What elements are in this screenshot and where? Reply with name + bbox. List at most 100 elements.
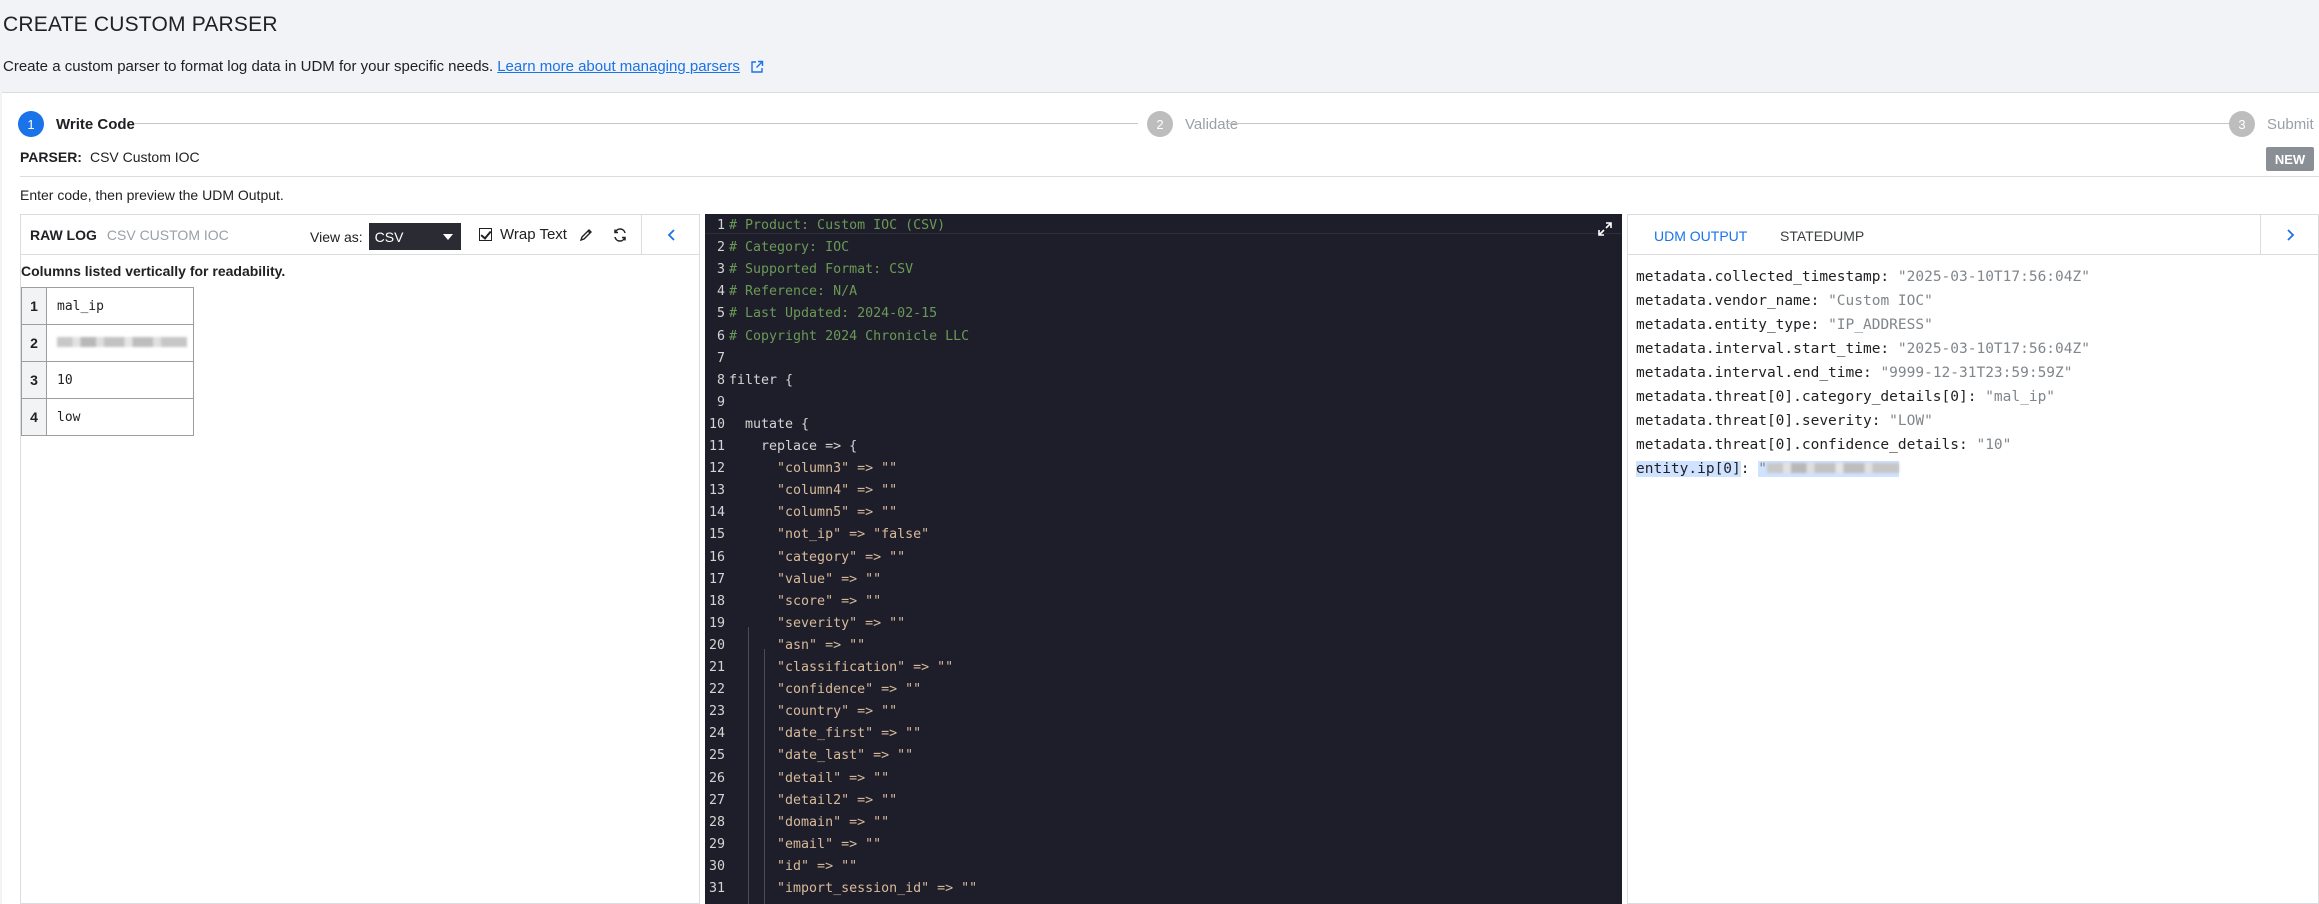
udm-field-key: metadata.threat[0].confidence_details: (1636, 437, 1968, 453)
udm-field-colon: : (1740, 461, 1750, 477)
tab-csv-custom-ioc[interactable]: CSV CUSTOM IOC (107, 227, 229, 243)
udm-field-value: "2025-03-10T17:56:04Z" (1897, 341, 2090, 357)
code-line[interactable]: 6 # Copyright 2024 Chronicle LLC (705, 326, 969, 348)
code-line[interactable]: 21 "classification" => "" (705, 657, 953, 679)
step-validate[interactable]: 2 Validate (1147, 111, 1238, 137)
code-line[interactable]: 25 "date_last" => "" (705, 745, 913, 767)
chevron-right-icon[interactable] (2284, 228, 2296, 245)
line-number: 20 (708, 637, 725, 653)
step-number: 1 (18, 111, 44, 137)
code-line[interactable]: 31 "import_session_id" => "" (705, 878, 977, 900)
code-text: "severity" => "" (729, 615, 906, 631)
code-editor[interactable]: 1 # Product: Custom IOC (CSV) 2 # Category:… (705, 214, 1622, 904)
line-number: 3 (716, 262, 725, 278)
code-text: "detail" => "" (729, 770, 890, 786)
code-line[interactable]: 28 "domain" => "" (705, 812, 889, 834)
code-line[interactable]: 27 "detail2" => "" (705, 790, 897, 812)
divider (20, 176, 2319, 177)
code-text: "value" => "" (729, 571, 882, 587)
redacted-ip (57, 336, 187, 347)
code-text: "id" => "" (729, 858, 858, 874)
line-number: 1 (716, 218, 725, 233)
edit-pencil-icon[interactable] (576, 225, 596, 245)
code-text: "score" => "" (729, 593, 882, 609)
view-as-value: CSV (374, 228, 404, 245)
code-line[interactable]: 26 "detail" => "" (705, 768, 889, 790)
code-line[interactable]: 17 "value" => "" (705, 569, 881, 591)
code-line[interactable]: 18 "score" => "" (705, 591, 881, 613)
code-line[interactable]: 12 "column3" => "" (705, 458, 897, 480)
line-number: 27 (708, 792, 725, 808)
code-line[interactable]: 30 "id" => "" (705, 856, 857, 878)
view-as-select[interactable]: CSV (368, 223, 461, 250)
code-line[interactable]: 32 "ip" => "" (705, 900, 857, 904)
code-line[interactable]: 14 "column5" => "" (705, 502, 897, 524)
wrap-text-toggle[interactable]: Wrap Text (479, 226, 567, 243)
chevron-left-icon[interactable] (662, 225, 682, 245)
udm-entity-ip-row: entity.ip[0]: " (1636, 457, 2090, 481)
udm-field-value: "2025-03-10T17:56:04Z" (1897, 269, 2090, 285)
code-line[interactable]: 29 "email" => "" (705, 834, 881, 856)
code-line[interactable]: 13 "column4" => "" (705, 480, 897, 502)
expand-icon[interactable] (1598, 222, 1612, 236)
code-line[interactable]: 3 # Supported Format: CSV (705, 259, 913, 281)
header-separator (2260, 215, 2261, 255)
code-line[interactable]: 4 # Reference: N/A (705, 281, 857, 303)
udm-field-key: metadata.entity_type: (1636, 317, 1820, 333)
udm-field-key: metadata.threat[0].category_details[0]: (1636, 389, 1977, 405)
code-line[interactable]: 10 mutate { (705, 414, 809, 436)
tab-raw-log[interactable]: RAW LOG (30, 227, 97, 243)
line-number: 32 (705, 900, 725, 904)
udm-field-row: metadata.threat[0].severity: "LOW" (1636, 409, 2090, 433)
line-number: 16 (708, 549, 725, 565)
code-line[interactable]: 20 "asn" => "" (705, 635, 865, 657)
code-line[interactable]: 11 replace => { (705, 436, 857, 458)
code-text: "email" => "" (729, 836, 882, 852)
udm-field-key: metadata.interval.end_time: (1636, 365, 1872, 381)
line-number: 30 (708, 858, 725, 874)
subtitle-text: Create a custom parser to format log dat… (3, 58, 494, 75)
udm-field-value: "10" (1976, 437, 2012, 453)
wrap-text-checkbox[interactable] (479, 228, 492, 241)
code-text: "column5" => "" (729, 505, 898, 521)
code-line[interactable]: 15 "not_ip" => "false" (705, 524, 929, 546)
code-line[interactable]: 19 "severity" => "" (705, 613, 905, 635)
udm-field-row: metadata.interval.start_time: "2025-03-1… (1636, 337, 2090, 361)
raw-log-table: 1 mal_ip 2 3 10 4 low (21, 287, 194, 436)
row-value: mal_ip (46, 287, 194, 325)
line-number: 23 (708, 704, 725, 720)
parser-key: PARSER: (20, 149, 82, 165)
code-line[interactable]: 8 filter { (705, 370, 793, 392)
line-number: 15 (708, 527, 725, 543)
external-link-icon[interactable] (750, 60, 764, 74)
step-write-code[interactable]: 1 Write Code (18, 111, 135, 137)
learn-more-link[interactable]: Learn more about managing parsers (497, 58, 740, 75)
code-line[interactable]: 7 (705, 348, 729, 370)
line-number: 26 (708, 770, 725, 786)
code-line[interactable]: 22 "confidence" => "" (705, 679, 921, 701)
code-line[interactable]: 2 # Category: IOC (705, 237, 849, 259)
code-text: mutate { (729, 416, 810, 432)
step-submit[interactable]: 3 Submit (2229, 111, 2314, 137)
code-line[interactable]: 23 "country" => "" (705, 701, 897, 723)
code-line[interactable]: 24 "date_first" => "" (705, 723, 921, 745)
udm-field-key: metadata.collected_timestamp: (1636, 269, 1890, 285)
tab-statedump[interactable]: STATEDUMP (1780, 228, 1864, 244)
line-number: 13 (708, 483, 725, 499)
refresh-icon[interactable] (610, 225, 630, 245)
udm-output-header: UDM OUTPUT STATEDUMP (1628, 215, 2318, 255)
udm-field-row: metadata.collected_timestamp: "2025-03-1… (1636, 265, 2090, 289)
udm-field-value: "9999-12-31T23:59:59Z" (1880, 365, 2073, 381)
step-number: 3 (2229, 111, 2255, 137)
code-line[interactable]: 16 "category" => "" (705, 547, 905, 569)
step-number: 2 (1147, 111, 1173, 137)
code-text: "asn" => "" (729, 637, 866, 653)
udm-field-value: "LOW" (1889, 413, 1933, 429)
code-text: "detail2" => "" (729, 792, 898, 808)
tab-udm-output[interactable]: UDM OUTPUT (1654, 228, 1747, 244)
code-line[interactable]: 5 # Last Updated: 2024-02-15 (705, 303, 937, 325)
code-line[interactable]: 9 (705, 392, 729, 414)
udm-output-panel: UDM OUTPUT STATEDUMP metadata.collected_… (1627, 214, 2319, 904)
code-line[interactable]: 1 # Product: Custom IOC (CSV) (705, 215, 945, 237)
code-text: "column3" => "" (729, 461, 898, 477)
